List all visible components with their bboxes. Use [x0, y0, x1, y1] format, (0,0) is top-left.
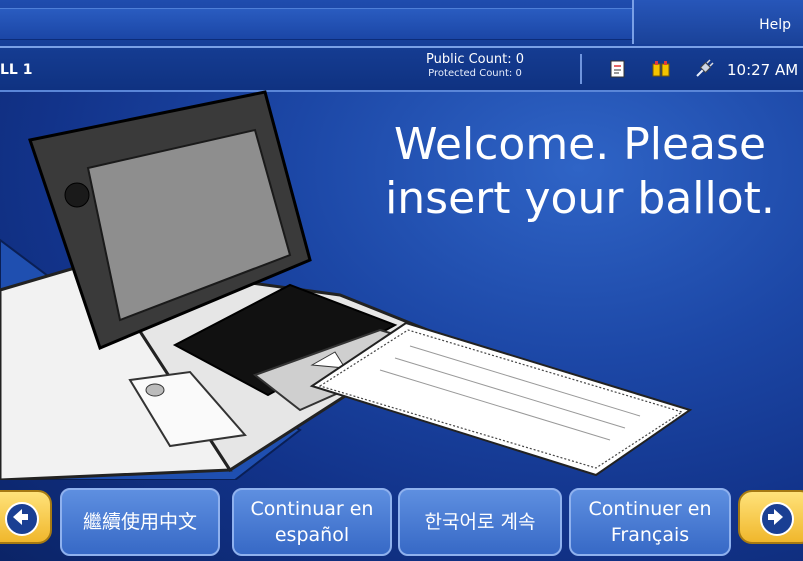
language-button-korean[interactable]: 한국어로 계속	[398, 488, 562, 556]
language-button-french[interactable]: Continuer en Français	[569, 488, 731, 556]
ballot-counts: Public Count: 0 Protected Count: 0	[400, 52, 550, 79]
power-connector-icon	[652, 61, 670, 77]
clock-time: 10:27 AM	[727, 61, 799, 79]
next-button[interactable]	[738, 490, 803, 544]
help-label: Help	[759, 17, 791, 33]
top-bar: Help	[0, 0, 803, 48]
status-bar: LL 1 Public Count: 0 Protected Count: 0 …	[0, 48, 803, 92]
tray-button	[145, 383, 165, 397]
right-arrow-icon	[768, 509, 783, 525]
title-band	[0, 8, 640, 40]
left-arrow-icon	[13, 509, 28, 525]
language-label-french: Continuer en Français	[588, 498, 712, 546]
help-button[interactable]: Help	[632, 0, 803, 44]
language-label-korean: 한국어로 계속	[424, 511, 536, 533]
protected-count: Protected Count: 0	[428, 68, 522, 79]
voting-machine-screen: Help LL 1 Public Count: 0 Protected Coun…	[0, 0, 803, 561]
language-label-chinese: 繼續使用中文	[82, 511, 197, 533]
plug-icon	[696, 59, 714, 77]
language-label-spanish: Continuar en español	[250, 498, 374, 546]
poll-label: LL 1	[0, 62, 33, 78]
monitor-camera	[64, 182, 90, 208]
ballot-scanner-illustration	[0, 90, 693, 480]
status-divider	[580, 54, 582, 84]
public-count: Public Count: 0	[426, 52, 524, 67]
language-button-spanish[interactable]: Continuar en español	[232, 488, 392, 556]
previous-button[interactable]	[0, 490, 52, 544]
language-button-chinese[interactable]: 繼續使用中文	[60, 488, 220, 556]
document-icon	[610, 60, 625, 78]
